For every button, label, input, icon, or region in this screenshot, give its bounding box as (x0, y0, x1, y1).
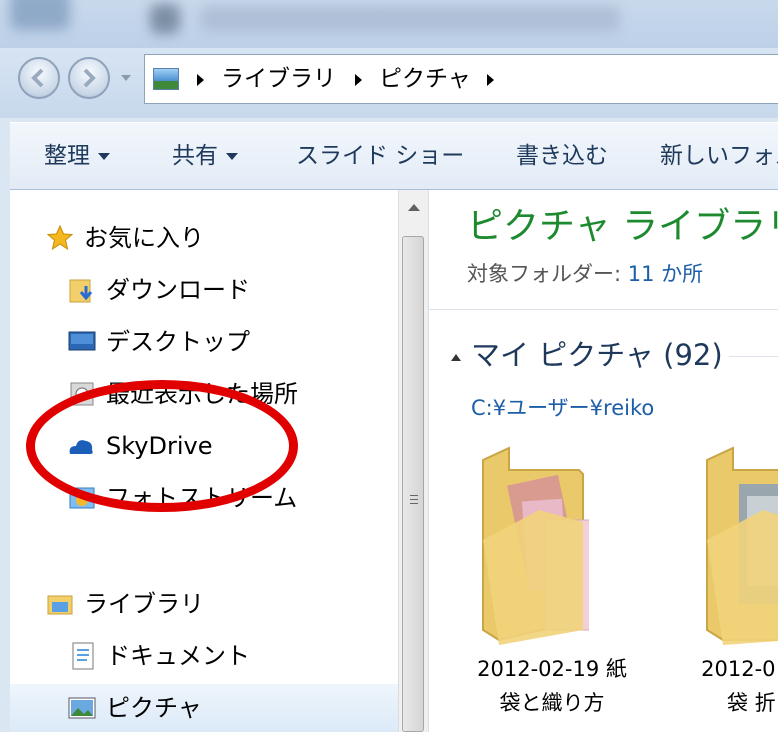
divider (429, 309, 778, 310)
highlight-circle-annotation (26, 380, 298, 512)
nav-favorites-header[interactable]: お気に入り (10, 214, 398, 262)
folder-label-line: 袋 折 (727, 691, 776, 715)
library-title: ピクチャ ライブラリ (467, 206, 778, 247)
nav-libraries-header[interactable]: ライブラリ (10, 580, 398, 628)
folder-label[interactable]: 2012-0 袋 折 (701, 652, 776, 720)
nav-item-label: デスクトップ (106, 328, 250, 356)
favorites-label: お気に入り (84, 224, 204, 252)
organize-label: 整理 (44, 143, 90, 169)
back-button[interactable] (18, 57, 60, 99)
new-folder-label: 新しいフォル (660, 143, 778, 169)
address-bar[interactable]: ライブラリ ピクチャ (144, 54, 778, 104)
nav-item-pictures[interactable]: ピクチャ (10, 684, 398, 732)
forward-arrow-icon (83, 68, 96, 88)
library-includes: 対象フォルダー: 11 か所 (467, 258, 703, 288)
nav-item-label: ドキュメント (106, 642, 250, 670)
nav-item-downloads[interactable]: ダウンロード (10, 266, 398, 314)
burn-label: 書き込む (516, 143, 608, 169)
chevron-down-icon (98, 153, 110, 160)
breadcrumb-libraries[interactable]: ライブラリ (221, 65, 336, 93)
libraries-icon (47, 595, 73, 615)
folder-icon[interactable] (479, 440, 589, 670)
content-pane: ピクチャ ライブラリ 対象フォルダー: 11 か所 マイ ピクチャ (92) C… (428, 190, 778, 732)
includes-label: 対象フォルダー: (467, 262, 622, 286)
folder-label[interactable]: 2012-02-19 紙 袋と織り方 (477, 652, 627, 720)
breadcrumb-separator-icon[interactable] (487, 74, 494, 86)
share-button[interactable]: 共有 (172, 141, 238, 171)
navigation-pane-scrollbar[interactable] (398, 190, 428, 732)
libraries-label: ライブラリ (84, 590, 204, 618)
new-folder-button[interactable]: 新しいフォル (660, 141, 778, 171)
breadcrumb-pictures[interactable]: ピクチャ (379, 65, 471, 93)
burn-button[interactable]: 書き込む (516, 141, 608, 171)
slideshow-button[interactable]: スライド ショー (296, 141, 464, 171)
folder-label-line: 2012-0 (701, 657, 776, 681)
nav-item-label: ダウンロード (106, 276, 250, 304)
title-bar-blur (0, 0, 778, 48)
scroll-up-arrow-icon[interactable] (408, 204, 420, 211)
documents-icon (72, 642, 94, 670)
back-arrow-icon (31, 68, 44, 88)
folder-label-line: 袋と織り方 (499, 691, 605, 715)
group-divider (729, 356, 778, 357)
breadcrumb-separator-icon[interactable] (197, 74, 204, 86)
downloads-folder-icon (69, 279, 93, 303)
organize-button[interactable]: 整理 (44, 141, 110, 171)
group-collapse-arrow-icon[interactable] (451, 354, 461, 361)
nav-item-documents[interactable]: ドキュメント (10, 632, 398, 680)
share-label: 共有 (172, 143, 218, 169)
pictures-library-icon (153, 68, 179, 90)
folder-label-line: 2012-02-19 紙 (477, 657, 627, 681)
chevron-down-icon (226, 153, 238, 160)
scrollbar-thumb[interactable] (402, 236, 424, 732)
nav-item-label: ピクチャ (106, 694, 202, 722)
command-bar: 整理 共有 スライド ショー 書き込む 新しいフォル (10, 122, 778, 190)
window-title-bar (0, 0, 778, 48)
recent-pages-chevron-down-icon[interactable] (120, 73, 132, 83)
nav-item-desktop[interactable]: デスクトップ (10, 318, 398, 366)
star-icon (46, 224, 74, 251)
desktop-icon (68, 331, 96, 351)
group-title[interactable]: マイ ピクチャ (92) (471, 336, 723, 374)
breadcrumb-separator-icon[interactable] (355, 74, 362, 86)
pictures-icon (68, 697, 96, 719)
forward-button[interactable] (68, 57, 110, 99)
group-path: C:¥ユーザー¥reiko (471, 396, 655, 420)
folder-icon[interactable] (703, 440, 778, 670)
slideshow-label: スライド ショー (296, 143, 465, 169)
includes-locations-link[interactable]: 11 か所 (628, 262, 703, 286)
